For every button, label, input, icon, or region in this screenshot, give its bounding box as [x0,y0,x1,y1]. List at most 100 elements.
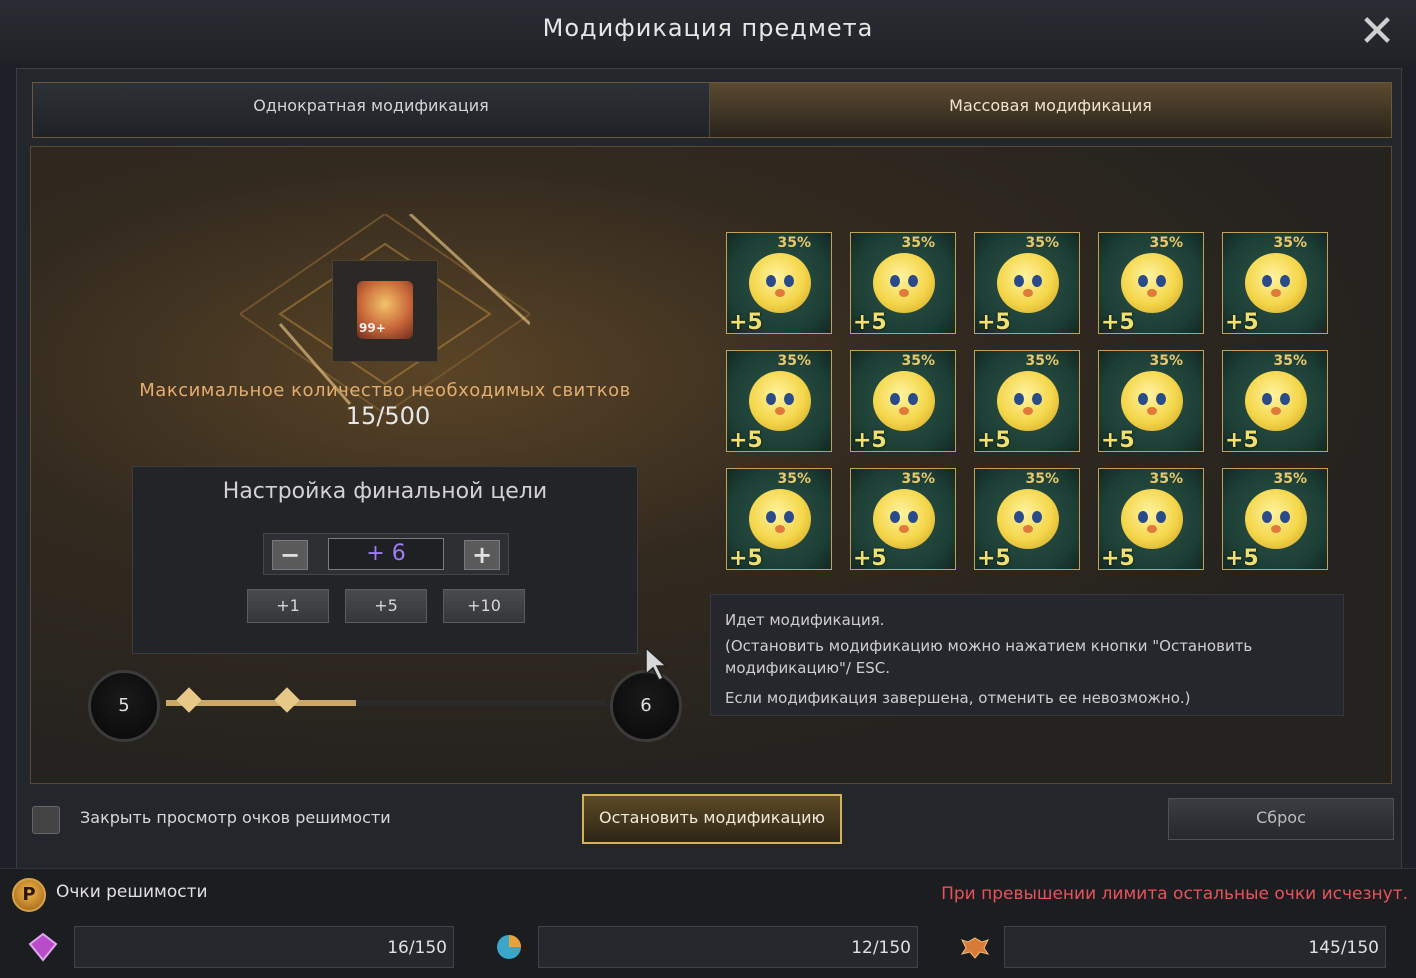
cell-chance: 35% [1149,353,1183,369]
cursor-icon [645,646,668,682]
item-cell[interactable]: 35% +5 [726,468,832,570]
cell-chance: 35% [777,235,811,251]
cell-level: +5 [977,428,1011,452]
items-grid: 35% +5 35% +5 35% +5 35% +5 35% +5 35% +5 35% +5 35% +5… [726,232,1336,576]
gem-icon [28,932,58,962]
item-cell[interactable]: 35% +5 [850,232,956,334]
target-title: Настройка финальной цели [222,479,548,504]
beak [899,407,909,415]
cell-chance: 35% [1273,353,1307,369]
eye-right [1280,393,1290,405]
eye-right [784,511,794,523]
toggle-points-label[interactable]: Закрыть просмотр очков решимости [80,808,391,827]
chick-icon [1245,253,1307,313]
cell-level: +5 [977,546,1011,570]
eye-right [1280,275,1290,287]
cell-chance: 35% [1025,235,1059,251]
chick-icon [997,489,1059,549]
target-input[interactable]: + 6 [328,538,444,570]
plus-button[interactable]: + [464,540,500,570]
item-cell[interactable]: 35% +5 [974,350,1080,452]
increment-1-button[interactable]: +1 [247,589,329,623]
item-cell[interactable]: 35% +5 [726,232,832,334]
beak [1023,525,1033,533]
orb-icon [497,935,521,959]
increment-5-button[interactable]: +5 [345,589,427,623]
item-cell[interactable]: 35% +5 [1098,350,1204,452]
increment-10-button[interactable]: +10 [443,589,525,623]
item-cell[interactable]: 35% +5 [1222,232,1328,334]
tab-single-modification[interactable]: Однократная модификация [33,83,710,137]
eye-left [1262,393,1272,405]
info-line-3: модификацию"/ ESC. [725,659,890,677]
cell-chance: 35% [1149,235,1183,251]
beak [775,289,785,297]
beak [1023,289,1033,297]
beak [1023,407,1033,415]
eye-right [1032,393,1042,405]
target-settings: Настройка финальной цели − + 6 + +1 +5 +… [132,466,638,654]
beak [1271,407,1281,415]
cell-level: +5 [1101,546,1135,570]
eye-left [766,275,776,287]
chick-icon [1121,489,1183,549]
eye-left [890,275,900,287]
beak [775,525,785,533]
eye-right [784,393,794,405]
eye-left [1014,393,1024,405]
cell-level: +5 [853,546,887,570]
search-icon[interactable] [32,806,60,834]
cell-chance: 35% [777,471,811,487]
reset-button[interactable]: Сброс [1168,798,1394,840]
eye-right [908,511,918,523]
chick-icon [873,371,935,431]
beak [1147,289,1157,297]
scrolls-label: Максимальное количество необходимых свит… [139,380,631,401]
item-cell[interactable]: 35% +5 [1222,468,1328,570]
info-line-1: Идет модификация. [725,611,885,629]
eye-right [1156,275,1166,287]
cell-chance: 35% [1149,471,1183,487]
cell-level: +5 [1225,428,1259,452]
item-cell[interactable]: 35% +5 [1098,232,1204,334]
item-cell[interactable]: 35% +5 [850,350,956,452]
eye-left [766,511,776,523]
minus-button[interactable]: − [272,540,308,570]
item-cell[interactable]: 35% +5 [974,468,1080,570]
info-line-2: (Остановить модификацию можно нажатием к… [725,637,1253,655]
chick-icon [1245,489,1307,549]
item-cell[interactable]: 35% +5 [1222,350,1328,452]
points-icon: P [12,878,46,912]
chick-icon [1121,371,1183,431]
cell-chance: 35% [901,471,935,487]
stop-modification-button[interactable]: Остановить модификацию [582,794,842,844]
level-from: 5 [88,670,160,742]
eye-right [908,393,918,405]
cell-chance: 35% [901,235,935,251]
tab-mass-modification[interactable]: Массовая модификация [710,83,1391,137]
item-cell[interactable]: 35% +5 [726,350,832,452]
cell-level: +5 [1101,310,1135,334]
item-cell[interactable]: 35% +5 [1098,468,1204,570]
info-box: Идет модификация. (Остановить модификаци… [710,594,1344,716]
beak [1147,525,1157,533]
cell-chance: 35% [901,353,935,369]
beak [899,289,909,297]
close-icon[interactable]: ✕ [1356,10,1398,54]
item-slot[interactable]: 99+ [332,260,438,362]
cell-level: +5 [729,310,763,334]
tab-bar: Однократная модификация Массовая модифик… [32,82,1392,138]
eye-right [1280,511,1290,523]
target-stepper: − + 6 + [263,533,509,575]
resource-field-3: 145/150 [1004,926,1386,968]
level-slider[interactable] [166,687,606,713]
chick-icon [749,253,811,313]
chick-icon [997,371,1059,431]
eye-right [784,275,794,287]
winged-emblem-icon [960,937,990,959]
cell-level: +5 [1225,546,1259,570]
scrolls-value: 15/500 [345,402,431,430]
item-cell[interactable]: 35% +5 [850,468,956,570]
eye-right [1032,511,1042,523]
item-cell[interactable]: 35% +5 [974,232,1080,334]
